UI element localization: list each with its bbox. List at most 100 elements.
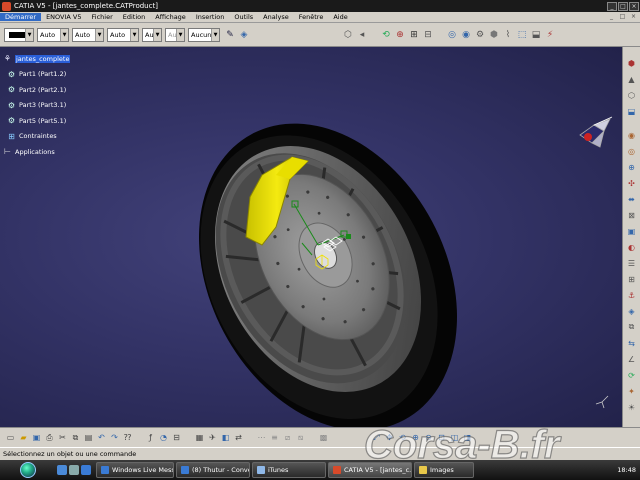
bom-icon[interactable]: ☰	[626, 257, 638, 269]
tree-item-constraints[interactable]: ⊞ Contraintes	[2, 129, 70, 145]
mass-icon[interactable]: ◎	[626, 145, 638, 157]
catalog-icon[interactable]: ▦	[194, 432, 205, 443]
measure-icon[interactable]: ◉	[626, 129, 638, 141]
fly-icon[interactable]: ✈	[207, 432, 218, 443]
formula-icon[interactable]: ƒ	[145, 432, 156, 443]
zoom-in-icon[interactable]: ⊕	[410, 432, 421, 443]
menu-insertion[interactable]: Insertion	[191, 13, 230, 21]
print-icon[interactable]: ⎙	[44, 432, 55, 443]
fix-icon[interactable]: ⚓	[626, 289, 638, 301]
compass-icon[interactable]	[570, 111, 618, 159]
task-catia[interactable]: CATIA V5 - [jantes_c...	[328, 462, 412, 478]
mirror-icon[interactable]: ⧅	[295, 432, 306, 443]
tree-item-applications[interactable]: ⊢ Applications	[2, 144, 70, 160]
menu-analyse[interactable]: Analyse	[258, 13, 294, 21]
render-icon[interactable]: ⬢	[488, 29, 500, 41]
task-conversation[interactable]: (8) Thutur - Convers...	[176, 462, 250, 478]
explode-icon[interactable]: ✣	[626, 177, 638, 189]
explode-icon[interactable]: ◎	[446, 29, 458, 41]
menu-affichage[interactable]: Affichage	[150, 13, 191, 21]
start-button[interactable]	[0, 461, 56, 479]
tree-item-part2[interactable]: ⚙ Part2 (Part2.1)	[2, 82, 70, 98]
rendering-style-combo[interactable]: Aul ▼	[165, 27, 185, 42]
knowledge-icon[interactable]: ◔	[158, 432, 169, 443]
browser-icon[interactable]	[81, 465, 91, 475]
point-symbol-combo[interactable]: Aut ▼	[142, 27, 162, 42]
maximize-button[interactable]: □	[618, 1, 628, 11]
linetype-combo[interactable]: Auto ▼	[107, 27, 139, 42]
clash-icon[interactable]: ⬡	[626, 89, 638, 101]
views-icon[interactable]: ◫	[449, 432, 460, 443]
menu-outils[interactable]: Outils	[229, 13, 258, 21]
measure-icon[interactable]: ◉	[460, 29, 472, 41]
pan-icon[interactable]: ◂	[356, 29, 368, 41]
render-style-icon[interactable]: ◨	[462, 432, 473, 443]
grid-icon[interactable]: ⋯	[256, 432, 267, 443]
workbench-icon[interactable]: ⬢	[626, 57, 638, 69]
snap-icon[interactable]: ⊠	[626, 209, 638, 221]
light-icon[interactable]: ☀	[626, 401, 638, 413]
task-images[interactable]: Images	[414, 462, 474, 478]
undo-icon[interactable]: ↶	[96, 432, 107, 443]
clock[interactable]: 18:48	[617, 466, 636, 474]
paste-icon[interactable]: ▤	[83, 432, 94, 443]
analysis-icon[interactable]: ⚙	[474, 29, 486, 41]
clash-icon[interactable]: ⚡	[544, 29, 556, 41]
copy-icon[interactable]: ⧉	[70, 432, 81, 443]
image-icon[interactable]: ▩	[318, 432, 329, 443]
tree-item-part5[interactable]: ⚙ Part5 (Part5.1)	[2, 113, 70, 129]
contact-icon[interactable]: ⧉	[626, 321, 638, 333]
cut-plane-icon[interactable]: ⧄	[282, 432, 293, 443]
tree-root[interactable]: ⚘ jantes_complete	[2, 51, 71, 67]
menu-fichier[interactable]: Fichier	[87, 13, 118, 21]
rotate-icon[interactable]: ⟲	[397, 432, 408, 443]
3d-viewport[interactable]: ⚘ jantes_complete ⚙ Part1 (Part1.2) ⚙ Pa…	[0, 47, 622, 427]
render-icon[interactable]: ✦	[626, 385, 638, 397]
line-thickness-combo[interactable]: Auto ▼	[72, 27, 104, 42]
snap-icon[interactable]: ⊟	[422, 29, 434, 41]
layer-combo[interactable]: Aucun ▼	[188, 27, 220, 42]
light-icon[interactable]: ⌇	[502, 29, 514, 41]
minimize-button[interactable]: _	[607, 1, 617, 11]
switch-windows-icon[interactable]	[69, 465, 79, 475]
analysis-icon[interactable]: ▲	[626, 73, 638, 85]
zoom-icon[interactable]: ⊕	[394, 29, 406, 41]
cut-icon[interactable]: ✂	[57, 432, 68, 443]
scene-icon[interactable]: ▣	[626, 225, 638, 237]
wheel-assembly-render[interactable]	[0, 47, 622, 427]
tree-item-part1[interactable]: ⚙ Part1 (Part1.2)	[2, 67, 70, 83]
move-icon[interactable]: ⬌	[626, 193, 638, 205]
rotate-icon[interactable]: ⟲	[380, 29, 392, 41]
tree-item-part3[interactable]: ⚙ Part3 (Part3.1)	[2, 98, 70, 114]
coincidence-icon[interactable]: ◈	[626, 305, 638, 317]
menu-edition[interactable]: Edition	[118, 13, 151, 21]
menu-demarrer[interactable]: Démarrer	[0, 13, 42, 21]
table-icon[interactable]: ⊟	[171, 432, 182, 443]
doc-restore-button[interactable]: □	[618, 13, 627, 21]
new-icon[interactable]: ▭	[5, 432, 16, 443]
distance-icon[interactable]: ⊕	[626, 161, 638, 173]
angle-icon[interactable]: ∠	[626, 353, 638, 365]
whatsthis-icon[interactable]: ⁇	[122, 432, 133, 443]
offset-icon[interactable]: ⇆	[626, 337, 638, 349]
normal-view-icon[interactable]: ⊡	[436, 432, 447, 443]
paint-icon[interactable]: ◈	[238, 29, 250, 41]
update-icon[interactable]: ⟳	[626, 369, 638, 381]
menu-aide[interactable]: Aide	[328, 13, 352, 21]
transparency-combo[interactable]: Auto ▼	[37, 27, 69, 42]
task-itunes[interactable]: iTunes	[252, 462, 326, 478]
task-windows-live[interactable]: Windows Live Mess...	[96, 462, 174, 478]
catalog-icon[interactable]: ◐	[626, 241, 638, 253]
desktop-icon[interactable]	[57, 465, 67, 475]
section-icon[interactable]: ⬓	[626, 105, 638, 117]
close-button[interactable]: ×	[629, 1, 639, 11]
menu-enovia[interactable]: ENOVIA V5	[41, 13, 86, 21]
brush-icon[interactable]: ✎	[224, 29, 236, 41]
open-icon[interactable]: ▰	[18, 432, 29, 443]
section-icon[interactable]: ≡	[269, 432, 280, 443]
pan-icon[interactable]: ✥	[384, 432, 395, 443]
assembly-icon[interactable]: ⬡	[342, 29, 354, 41]
hide-show-icon[interactable]: ◧	[220, 432, 231, 443]
doc-close-button[interactable]: ×	[629, 13, 638, 21]
fit-all-icon[interactable]: ⤢	[371, 432, 382, 443]
